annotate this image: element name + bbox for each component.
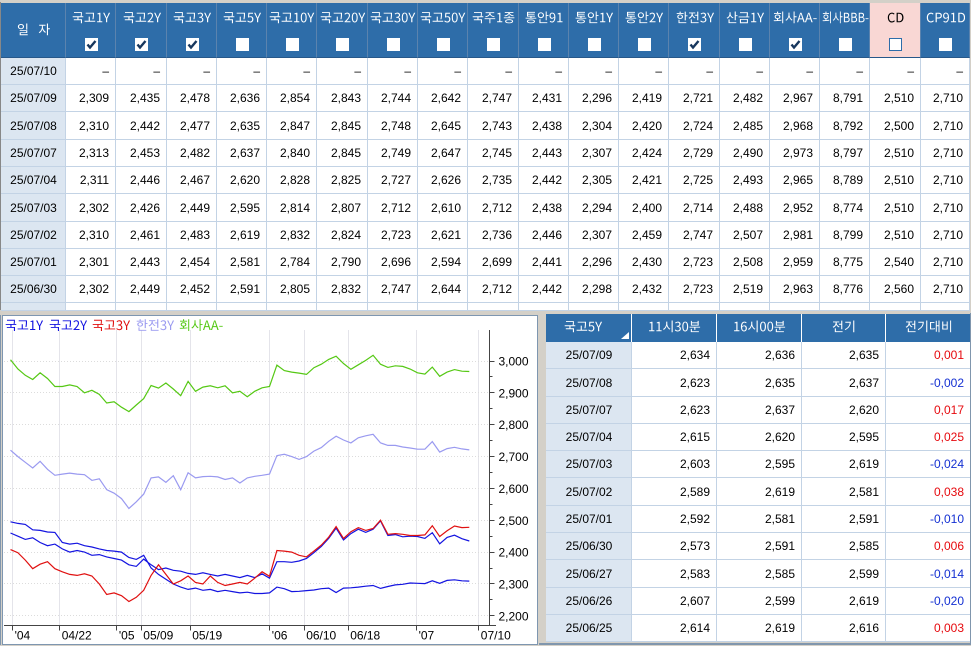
svg-text:06/18: 06/18: [350, 629, 380, 643]
svg-text:'05: '05: [119, 629, 135, 643]
svg-text:04/22: 04/22: [62, 629, 92, 643]
svg-text:06/10: 06/10: [306, 629, 336, 643]
svg-text:2,700: 2,700: [499, 450, 529, 464]
svg-text:2,800: 2,800: [499, 418, 529, 432]
svg-text:'04: '04: [15, 629, 31, 643]
svg-text:2,900: 2,900: [499, 386, 529, 400]
svg-text:05/09: 05/09: [143, 629, 173, 643]
svg-text:07/10: 07/10: [481, 629, 511, 643]
svg-text:2,600: 2,600: [499, 482, 529, 496]
svg-text:2,300: 2,300: [499, 578, 529, 592]
svg-text:05/19: 05/19: [192, 629, 222, 643]
svg-text:2,200: 2,200: [499, 609, 529, 623]
svg-text:2,500: 2,500: [499, 514, 529, 528]
svg-text:'06: '06: [272, 629, 288, 643]
svg-text:2,400: 2,400: [499, 546, 529, 560]
svg-text:'07: '07: [419, 629, 435, 643]
svg-text:3,000: 3,000: [499, 355, 529, 369]
